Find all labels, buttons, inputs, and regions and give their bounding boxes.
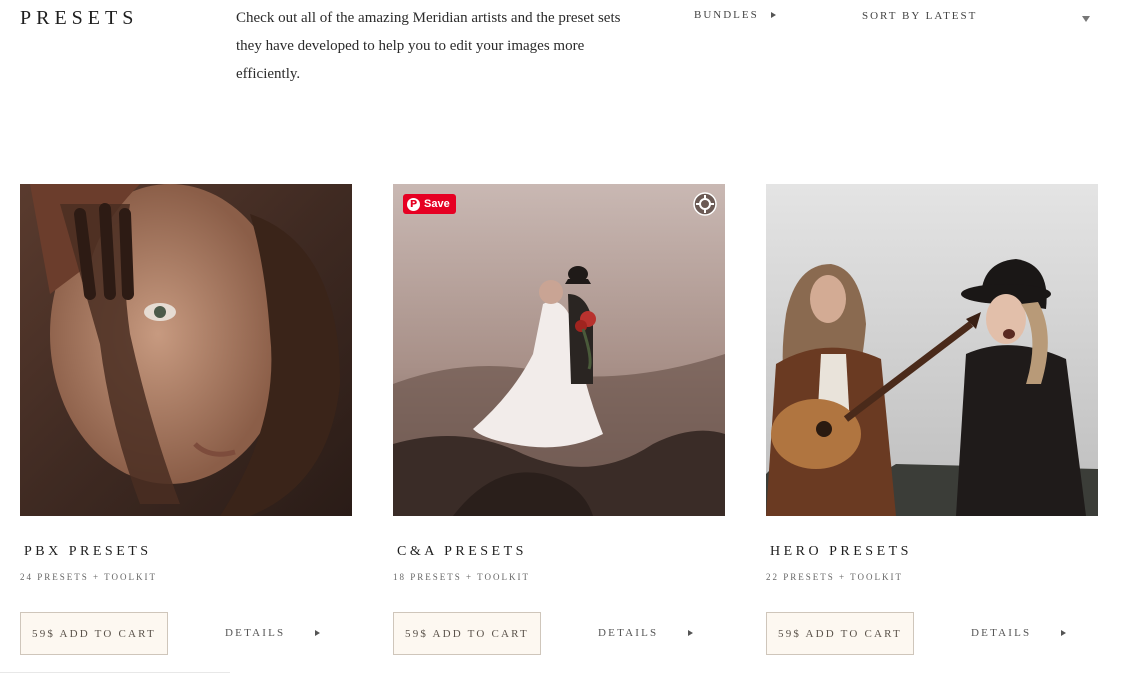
divider: [0, 672, 230, 673]
details-label: DETAILS: [225, 627, 286, 639]
product-subtitle: 24 PRESETS + TOOLKIT: [20, 572, 158, 582]
caret-right-icon: [315, 630, 321, 636]
details-label: DETAILS: [598, 627, 659, 639]
add-to-cart-button[interactable]: 59$ ADD TO CART: [393, 612, 541, 655]
sort-select-value: SORT BY LATEST: [862, 10, 978, 22]
product-card: HERO PRESETS 22 PRESETS + TOOLKIT 59$ AD…: [766, 184, 1098, 655]
product-title[interactable]: HERO PRESETS: [770, 544, 912, 560]
wedding-couple-photo: [393, 184, 725, 516]
product-card: PBX PRESETS 24 PRESETS + TOOLKIT 59$ ADD…: [20, 184, 352, 655]
details-link[interactable]: DETAILS: [598, 627, 694, 639]
chevron-down-icon: [1082, 16, 1090, 22]
page-title: PRESETS: [20, 7, 139, 29]
page-description: Check out all of the amazing Meridian ar…: [236, 10, 621, 82]
pinterest-icon: P: [407, 197, 420, 211]
add-to-cart-button[interactable]: 59$ ADD TO CART: [20, 612, 168, 655]
musicians-photo: [766, 184, 1098, 516]
product-card: P Save C&A PRESETS 18 PRESETS + TOOLKIT …: [393, 184, 725, 655]
pinterest-save-label: Save: [424, 198, 450, 210]
bundles-filter[interactable]: BUNDLES: [694, 9, 776, 21]
visual-search-icon[interactable]: [693, 192, 717, 216]
caret-right-icon: [688, 630, 694, 636]
sort-select[interactable]: SORT BY LATEST: [862, 10, 1092, 28]
product-image-link[interactable]: P Save: [393, 184, 725, 516]
product-image-link[interactable]: [20, 184, 352, 516]
pinterest-save-button[interactable]: P Save: [403, 194, 456, 214]
details-link[interactable]: DETAILS: [971, 627, 1067, 639]
details-label: DETAILS: [971, 627, 1032, 639]
couple-portrait-photo: [20, 184, 352, 516]
product-title[interactable]: PBX PRESETS: [24, 544, 152, 560]
caret-right-icon: [770, 12, 776, 18]
product-subtitle: 22 PRESETS + TOOLKIT: [766, 572, 904, 582]
bundles-filter-label: BUNDLES: [694, 9, 759, 21]
product-subtitle: 18 PRESETS + TOOLKIT: [393, 572, 531, 582]
details-link[interactable]: DETAILS: [225, 627, 321, 639]
product-image-link[interactable]: [766, 184, 1098, 516]
product-title[interactable]: C&A PRESETS: [397, 544, 527, 560]
caret-right-icon: [1061, 630, 1067, 636]
add-to-cart-button[interactable]: 59$ ADD TO CART: [766, 612, 914, 655]
